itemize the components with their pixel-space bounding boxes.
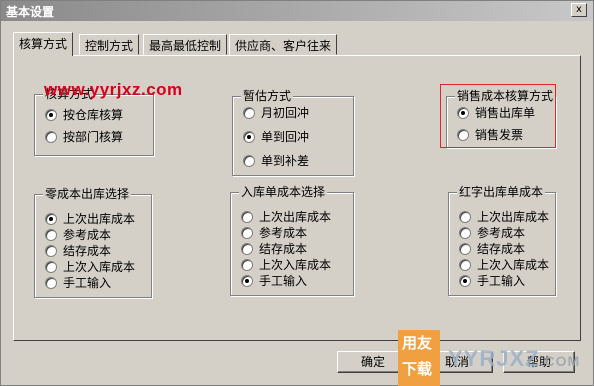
radio-button[interactable]	[459, 227, 471, 239]
radio-reference-cost[interactable]: 参考成本	[459, 225, 525, 241]
radio-button[interactable]	[243, 107, 255, 119]
radio-button[interactable]	[45, 261, 57, 273]
radio-button[interactable]	[241, 243, 253, 255]
radio-button[interactable]	[45, 245, 57, 257]
tab-costing-method[interactable]: 核算方式	[13, 32, 74, 56]
site-logo: 用友 下载	[398, 330, 440, 386]
group-label: 暂估方式	[241, 89, 294, 103]
window-title: 基本设置	[6, 5, 55, 19]
radio-button-checked[interactable]	[459, 275, 471, 287]
radio-manual-input[interactable]: 手工输入	[241, 273, 307, 289]
radio-button[interactable]	[241, 227, 253, 239]
highlight-box	[440, 84, 556, 148]
radio-button[interactable]	[45, 131, 57, 143]
logo-line-1: 用友	[402, 334, 433, 352]
radio-manual-input[interactable]: 手工输入	[459, 273, 525, 289]
radio-last-inbound-cost[interactable]: 上次入库成本	[459, 257, 549, 273]
radio-last-inbound-cost[interactable]: 上次入库成本	[45, 259, 135, 275]
radio-button-checked[interactable]	[241, 275, 253, 287]
radio-reference-cost[interactable]: 参考成本	[241, 225, 307, 241]
group-label: 入库单成本选择	[239, 185, 328, 199]
radio-button[interactable]	[45, 277, 57, 289]
radio-last-outbound-cost[interactable]: 上次出库成本	[459, 209, 549, 225]
group-label: 红字出库单成本	[457, 185, 546, 199]
radio-reference-cost[interactable]: 参考成本	[45, 227, 111, 243]
radio-button[interactable]	[241, 211, 253, 223]
tab-max-min-control[interactable]: 最高最低控制	[143, 34, 228, 55]
radio-last-inbound-cost[interactable]: 上次入库成本	[241, 257, 331, 273]
close-button[interactable]: x	[571, 3, 587, 17]
radio-button-checked[interactable]	[45, 213, 57, 225]
title-bar: 基本设置 x	[1, 1, 593, 21]
radio-button[interactable]	[459, 243, 471, 255]
radio-button[interactable]	[459, 259, 471, 271]
radio-button[interactable]	[243, 155, 255, 167]
tab-supplier-customer[interactable]: 供应商、客户往来	[229, 34, 338, 55]
logo-line-2: 下载	[402, 360, 433, 378]
radio-last-outbound-cost[interactable]: 上次出库成本	[241, 209, 331, 225]
radio-manual-input[interactable]: 手工输入	[45, 275, 111, 291]
group-estimate-method: 暂估方式 月初回冲 单到回冲 单到补差	[232, 89, 354, 176]
group-costing-method: 核算方式 按仓库核算 按部门核算	[34, 87, 154, 156]
radio-month-start-reversal[interactable]: 月初回冲	[243, 105, 309, 121]
logo-wordmark: YYRJXZ.COM	[448, 346, 581, 371]
group-label: 零成本出库选择	[43, 187, 132, 201]
radio-balance-cost[interactable]: 结存成本	[241, 241, 307, 257]
radio-balance-cost[interactable]: 结存成本	[459, 241, 525, 257]
tab-control-method[interactable]: 控制方式	[79, 34, 140, 55]
group-red-outbound-cost: 红字出库单成本 上次出库成本 参考成本 结存成本 上次入库成本 手工输入	[448, 185, 556, 296]
radio-by-department[interactable]: 按部门核算	[45, 129, 123, 145]
radio-by-warehouse[interactable]: 按仓库核算	[45, 107, 123, 123]
group-inbound-cost: 入库单成本选择 上次出库成本 参考成本 结存成本 上次入库成本 手工输入	[230, 185, 354, 296]
radio-button[interactable]	[241, 259, 253, 271]
radio-balance-cost[interactable]: 结存成本	[45, 243, 111, 259]
website-watermark: www.yyrjxz.com	[44, 80, 183, 99]
radio-doc-reversal[interactable]: 单到回冲	[243, 129, 309, 145]
radio-button[interactable]	[459, 211, 471, 223]
settings-dialog: 基本设置 x 核算方式 控制方式 最高最低控制 供应商、客户往来 核算方式 按仓…	[0, 0, 594, 386]
radio-doc-difference[interactable]: 单到补差	[243, 153, 309, 169]
radio-last-outbound-cost[interactable]: 上次出库成本	[45, 211, 135, 227]
radio-button-checked[interactable]	[45, 109, 57, 121]
radio-button[interactable]	[45, 229, 57, 241]
group-zero-cost-outbound: 零成本出库选择 上次出库成本 参考成本 结存成本 上次入库成本 手工输入	[34, 187, 152, 298]
radio-button-checked[interactable]	[243, 131, 255, 143]
